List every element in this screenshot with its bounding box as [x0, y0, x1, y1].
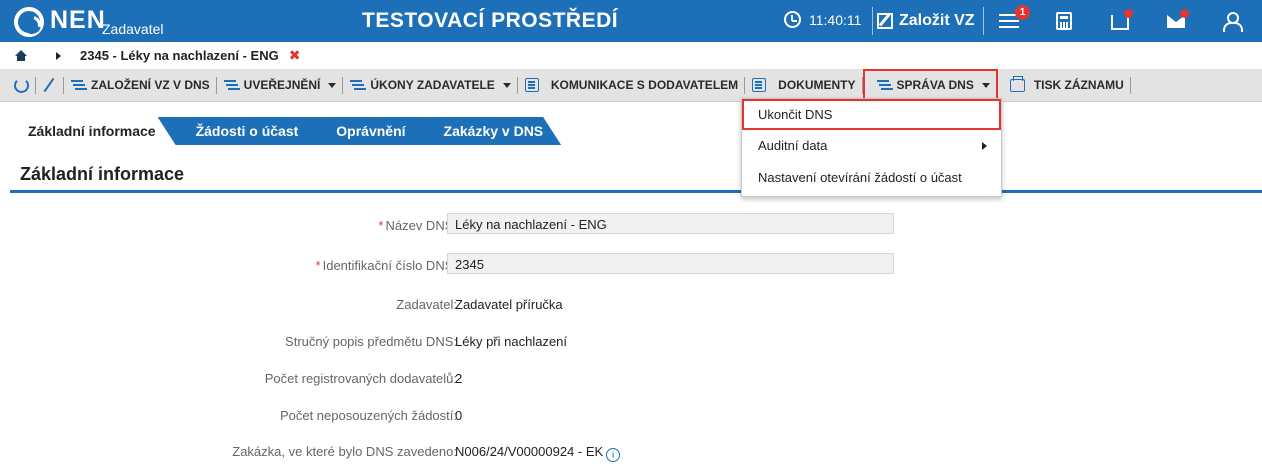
toolbar-label: ÚKONY ZADAVATELE: [370, 78, 495, 92]
required-mark: *: [315, 258, 321, 273]
toolbar-ukony-zadavatele[interactable]: ÚKONY ZADAVATELE: [343, 69, 519, 101]
section-title: Základní informace: [20, 164, 185, 184]
tab-zakladni-informace[interactable]: Základní informace: [10, 117, 178, 145]
caret-down-icon: [981, 82, 990, 88]
sprava-dns-dropdown: Ukončit DNS Auditní data Nastavení oteví…: [741, 98, 1002, 197]
calculator-icon[interactable]: [1056, 12, 1072, 30]
logo-text: NEN: [50, 6, 106, 34]
field-value: N006/24/V00000924 - EK: [455, 444, 604, 459]
field-value: 0: [455, 408, 463, 423]
menu-item-auditni-data[interactable]: Auditní data: [742, 130, 1001, 162]
form-row-zadavatel: Zadavatel: Zadavatel příručka: [10, 295, 1110, 315]
field-label: Zadavatel:: [396, 297, 457, 312]
list-icon: [71, 79, 85, 91]
form-row-identifikacni-cislo: * Identifikační číslo DNS: 2345: [10, 253, 1110, 276]
edit-button[interactable]: [36, 69, 64, 101]
toolbar-label: DOKUMENTY: [778, 78, 856, 92]
toolbar-tisk-zaznamu[interactable]: TISK ZÁZNAMU: [998, 69, 1131, 101]
tab-zakazky-v-dns[interactable]: Zakázky v DNS: [404, 117, 562, 145]
submenu-arrow-icon: [982, 142, 987, 150]
toolbar-komunikace[interactable]: KOMUNIKACE S DODAVATELEM: [518, 69, 746, 101]
field-value: Zadavatel příručka: [455, 297, 563, 312]
field-label: Počet registrovaných dodavatelů:: [264, 371, 457, 386]
field-label: Počet neposouzených žádostí:: [279, 408, 457, 423]
toolbar-label: KOMUNIKACE S DODAVATELEM: [550, 78, 739, 92]
toolbar-label: SPRÁVA DNS: [896, 78, 974, 92]
toolbar-label: UVEŘEJNĚNÍ: [243, 78, 321, 92]
edit-icon: [877, 13, 893, 29]
list-icon: [223, 79, 238, 91]
printer-icon: [1009, 75, 1025, 92]
field-value: 2345: [455, 257, 484, 272]
caret-down-icon: [328, 82, 337, 88]
pencil-icon: [43, 77, 55, 93]
inbox-alert-dot: [1124, 9, 1133, 18]
list-icon: [876, 79, 891, 91]
close-icon[interactable]: ✖: [289, 47, 301, 64]
list-icon: [350, 79, 364, 91]
menu-item-ukoncit-dns[interactable]: Ukončit DNS: [742, 99, 1001, 130]
menu-item-nastaveni-otevirani[interactable]: Nastavení otevírání žádostí o účast: [742, 162, 1001, 194]
toolbar-dokumenty[interactable]: DOKUMENTY: [745, 69, 863, 101]
tab-strip: Základní informace Žádosti o účast Opráv…: [10, 117, 559, 145]
tab-zadosti-o-ucast[interactable]: Žádosti o účast: [158, 117, 317, 145]
nen-logo[interactable]: NEN: [14, 5, 106, 37]
top-bar: NEN Zadavatel TESTOVACÍ PROSTŘEDÍ 11:40:…: [0, 0, 1262, 42]
refresh-button[interactable]: [0, 69, 36, 101]
toolbar-sprava-dns[interactable]: SPRÁVA DNS: [862, 69, 998, 101]
document-icon: [752, 78, 767, 92]
tab-opravneni[interactable]: Oprávnění: [296, 117, 423, 145]
document-icon: [524, 78, 539, 92]
clock-time: 11:40:11: [809, 11, 862, 28]
action-toolbar: ZALOŽENÍ VZ V DNS UVEŘEJNĚNÍ ÚKONY ZADAV…: [0, 69, 1262, 102]
section-divider: [10, 190, 1262, 193]
field-label: * Identifikační číslo DNS:: [316, 258, 457, 273]
form-row-nazev: * Název DNS: Léky na nachlazení - ENG: [10, 213, 1110, 236]
mail-alert-dot: [1180, 9, 1189, 18]
main-content: Základní informace * Název DNS: Léky na n…: [10, 145, 1262, 470]
create-vz-label: Založit VZ: [899, 12, 975, 29]
field-value: Léky při nachlazení: [455, 334, 568, 349]
info-icon[interactable]: i: [606, 448, 621, 462]
field-label-text: Identifikační číslo DNS:: [322, 258, 457, 273]
notification-badge: 1: [1015, 5, 1030, 20]
user-icon[interactable]: [1223, 12, 1243, 32]
field-value: Léky na nachlazení - ENG: [455, 217, 607, 232]
toolbar-label: ZALOŽENÍ VZ V DNS: [91, 78, 210, 92]
caret-down-icon: [502, 82, 511, 88]
menu-item-label: Auditní data: [758, 138, 828, 153]
toolbar-zalozeni-vz[interactable]: ZALOŽENÍ VZ V DNS: [64, 69, 217, 101]
field-label: * Název DNS:: [378, 218, 457, 233]
breadcrumb-current[interactable]: 2345 - Léky na nachlazení - ENG: [80, 48, 279, 63]
field-label: Stručný popis předmětu DNS:: [285, 334, 457, 349]
create-vz-button[interactable]: Založit VZ: [872, 7, 984, 35]
identifikacni-cislo-field[interactable]: 2345: [447, 253, 894, 274]
field-value-with-info: N006/24/V00000924 - EK i: [455, 444, 621, 462]
session-clock: 11:40:11: [784, 11, 861, 28]
toolbar-label: TISK ZÁZNAMU: [1033, 78, 1124, 92]
clock-icon: [784, 11, 801, 28]
breadcrumb: 2345 - Léky na nachlazení - ENG ✖: [0, 42, 1262, 69]
form-row-pocet-zadosti: Počet neposouzených žádostí: 0: [10, 406, 1110, 426]
environment-title: TESTOVACÍ PROSTŘEDÍ: [362, 9, 619, 32]
form-row-zakazka: Zakázka, ve které bylo DNS zavedeno: N00…: [10, 442, 1110, 462]
nazev-dns-field[interactable]: Léky na nachlazení - ENG: [447, 213, 894, 234]
field-value: 2: [455, 371, 463, 386]
required-mark: *: [378, 218, 384, 233]
chevron-right-icon: [56, 51, 61, 60]
form-row-pocet-dodavatelu: Počet registrovaných dodavatelů: 2: [10, 369, 1110, 389]
logo-subtitle: Zadavatel: [102, 21, 164, 37]
toolbar-uverejneni[interactable]: UVEŘEJNĚNÍ: [217, 69, 344, 101]
refresh-icon: [14, 77, 29, 93]
logo-ring-icon: [14, 7, 44, 37]
form-row-popis: Stručný popis předmětu DNS: Léky při nac…: [10, 332, 1110, 352]
field-label: Zakázka, ve které bylo DNS zavedeno:: [232, 444, 457, 459]
home-icon[interactable]: [15, 50, 27, 61]
